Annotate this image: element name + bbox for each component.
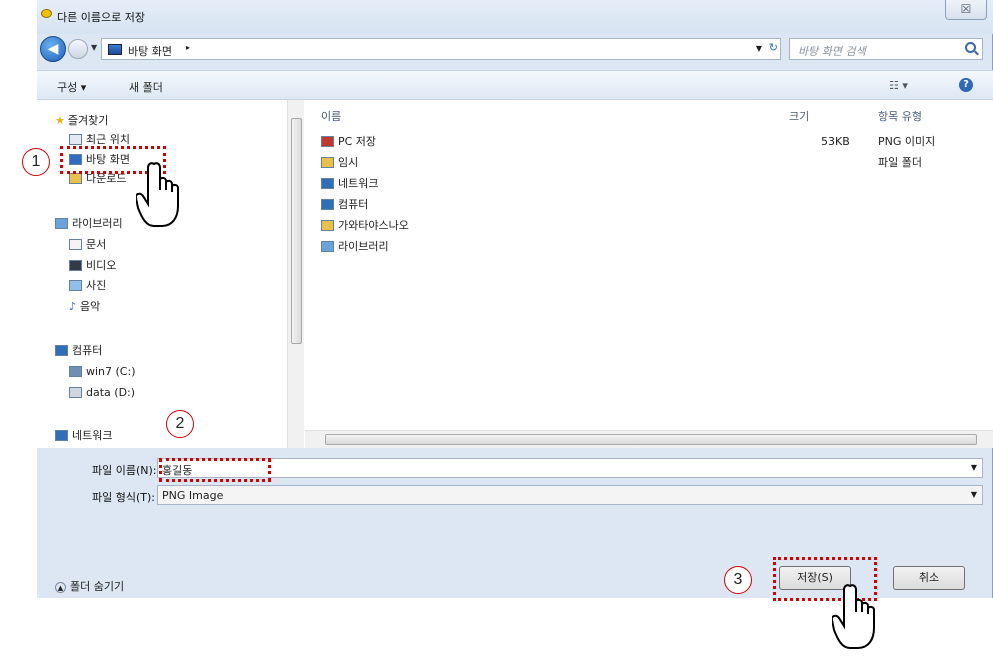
system-drive-icon bbox=[69, 366, 82, 377]
step-2-marker: 2 bbox=[166, 410, 194, 438]
address-dropdown[interactable]: ▼ bbox=[756, 44, 762, 53]
file-list: 이름 크기 항목 유형 PC 저장 53KB PNG 이미지임시 파일 폴더네트워크컴… bbox=[305, 100, 993, 430]
horizontal-scrollbar-thumb[interactable] bbox=[325, 434, 977, 445]
file-row[interactable]: 네트워크 bbox=[321, 175, 981, 193]
pointer-hand-icon bbox=[832, 584, 875, 649]
column-header-name[interactable]: 이름 bbox=[321, 108, 341, 124]
address-bar[interactable]: 바탕 화면 ▸ ▼ ↻ bbox=[101, 38, 781, 60]
music-icon: ♪ bbox=[69, 300, 77, 313]
sidebar-item-libraries[interactable]: 라이브러리 bbox=[55, 215, 123, 233]
forward-button[interactable] bbox=[68, 39, 88, 59]
file-size: 53KB bbox=[821, 135, 850, 148]
downloads-folder-icon bbox=[69, 173, 82, 184]
sidebar-item-drive-d[interactable]: data (D:) bbox=[69, 384, 135, 402]
file-name: 라이브러리 bbox=[338, 240, 389, 253]
step-1-marker: 1 bbox=[22, 148, 50, 176]
file-row[interactable]: 라이브러리 bbox=[321, 238, 981, 256]
file-row[interactable]: PC 저장 53KB PNG 이미지 bbox=[321, 133, 981, 151]
sidebar-item-music[interactable]: ♪ 음악 bbox=[69, 298, 100, 316]
nav-scrollbar-thumb[interactable] bbox=[291, 118, 302, 344]
toolbar: 구성 ▾ 새 폴더 ☷ ▾ ? bbox=[37, 70, 993, 100]
search-placeholder: 바탕 화면 검색 bbox=[798, 45, 866, 58]
pictures-icon bbox=[69, 280, 82, 291]
browser-pane: ★ 즐겨찾기 최근 위치 바탕 화면 다운로드 라이브러리 문서 비디오 사진 ♪… bbox=[37, 100, 993, 448]
file-row[interactable]: 가와타야스나오 bbox=[321, 217, 981, 235]
sidebar-item-documents[interactable]: 문서 bbox=[69, 236, 106, 254]
sidebar-item-network[interactable]: 네트워크 bbox=[55, 427, 112, 445]
file-name: 임시 bbox=[338, 156, 359, 169]
filetype-label: 파일 형식(T): bbox=[92, 491, 155, 504]
breadcrumb-arrow-icon[interactable]: ▸ bbox=[186, 43, 190, 52]
network-icon bbox=[321, 178, 334, 189]
documents-icon bbox=[69, 239, 82, 250]
collapse-icon: ▲ bbox=[55, 582, 66, 593]
filename-label: 파일 이름(N): bbox=[92, 464, 157, 477]
navigation-bar: ◀ ▼ 바탕 화면 ▸ ▼ ↻ 바탕 화면 검색 bbox=[37, 34, 993, 64]
step-3-marker: 3 bbox=[724, 566, 752, 594]
organize-button[interactable]: 구성 ▾ bbox=[57, 79, 86, 95]
horizontal-scrollbar[interactable] bbox=[305, 430, 993, 448]
filetype-dropdown[interactable]: ▼ bbox=[971, 490, 977, 499]
computer-icon bbox=[321, 199, 334, 210]
drive-icon bbox=[69, 387, 82, 398]
file-name: 네트워크 bbox=[338, 177, 379, 190]
window-title: 다른 이름으로 저장 bbox=[57, 11, 145, 24]
file-type: PNG 이미지 bbox=[878, 135, 936, 148]
app-chat-icon bbox=[41, 9, 52, 18]
library-icon bbox=[321, 241, 334, 252]
file-name: PC 저장 bbox=[338, 135, 377, 148]
sidebar-item-computer[interactable]: 컴퓨터 bbox=[55, 342, 102, 360]
sidebar-item-pictures[interactable]: 사진 bbox=[69, 277, 106, 295]
filetype-select[interactable]: PNG Image ▼ bbox=[157, 485, 983, 505]
new-folder-button[interactable]: 새 폴더 bbox=[129, 79, 163, 95]
sidebar-item-videos[interactable]: 비디오 bbox=[69, 257, 116, 275]
filename-dropdown[interactable]: ▼ bbox=[971, 463, 977, 472]
recent-places-icon bbox=[69, 134, 82, 145]
column-header-type[interactable]: 항목 유형 bbox=[878, 108, 922, 124]
file-name: 가와타야스나오 bbox=[338, 219, 409, 232]
file-type: 파일 폴더 bbox=[878, 156, 922, 169]
help-icon[interactable]: ? bbox=[959, 78, 973, 92]
view-options-button[interactable]: ☷ ▾ bbox=[889, 79, 908, 92]
star-icon: ★ bbox=[55, 114, 65, 127]
filetype-value[interactable]: PNG Image bbox=[162, 489, 223, 502]
close-button[interactable]: ☒ bbox=[945, 0, 987, 20]
hide-folders-toggle[interactable]: ▲ 폴더 숨기기 bbox=[55, 578, 124, 594]
save-as-dialog: 다른 이름으로 저장 ☒ ◀ ▼ 바탕 화면 ▸ ▼ ↻ 바탕 화면 검색 구성… bbox=[37, 0, 993, 598]
sidebar-item-drive-c[interactable]: win7 (C:) bbox=[69, 363, 136, 381]
refresh-icon[interactable]: ↻ bbox=[769, 41, 778, 54]
highlight-filename bbox=[159, 458, 271, 482]
file-row[interactable]: 임시 파일 폴더 bbox=[321, 154, 981, 172]
desktop-icon bbox=[108, 44, 122, 55]
video-icon bbox=[69, 260, 82, 271]
pointer-hand-icon bbox=[136, 162, 179, 227]
user-folder-icon bbox=[321, 220, 334, 231]
file-name: 컴퓨터 bbox=[338, 198, 369, 211]
cancel-button[interactable]: 취소 bbox=[893, 566, 965, 590]
folder-icon bbox=[321, 157, 334, 168]
network-icon bbox=[55, 430, 68, 441]
nav-scrollbar[interactable] bbox=[287, 100, 304, 448]
file-row[interactable]: 컴퓨터 bbox=[321, 196, 981, 214]
back-button[interactable]: ◀ bbox=[40, 36, 66, 62]
title-bar: 다른 이름으로 저장 ☒ bbox=[37, 0, 993, 34]
library-icon bbox=[55, 218, 68, 229]
address-path[interactable]: 바탕 화면 bbox=[128, 43, 172, 59]
column-header-size[interactable]: 크기 bbox=[789, 108, 809, 124]
filename-input[interactable]: 홍길동 ▼ bbox=[157, 458, 983, 478]
search-icon[interactable] bbox=[965, 42, 976, 53]
png-file-icon bbox=[321, 136, 334, 147]
sidebar-item-favorites[interactable]: ★ 즐겨찾기 bbox=[55, 112, 108, 130]
search-input[interactable]: 바탕 화면 검색 bbox=[789, 38, 983, 60]
history-dropdown[interactable]: ▼ bbox=[91, 43, 97, 52]
computer-icon bbox=[55, 345, 68, 356]
